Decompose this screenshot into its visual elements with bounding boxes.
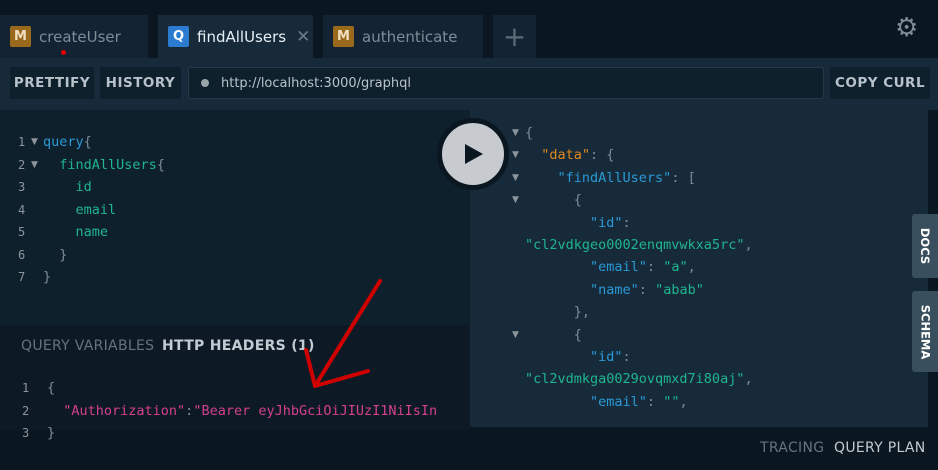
annotation-arrow-icon bbox=[304, 279, 382, 388]
